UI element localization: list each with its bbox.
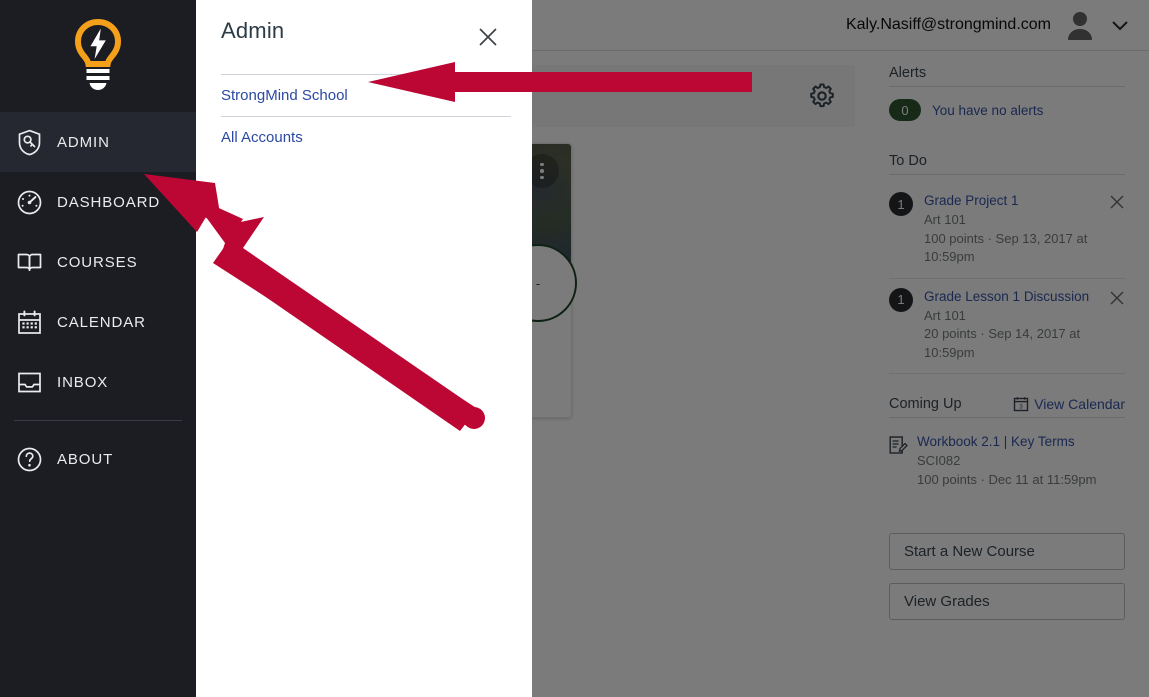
sidebar-item-courses[interactable]: COURSES — [0, 232, 196, 292]
admin-account-strongmind-school[interactable]: StrongMind School — [221, 74, 511, 116]
admin-account-all-accounts[interactable]: All Accounts — [221, 116, 511, 158]
admin-tray-title: Admin — [221, 18, 285, 43]
admin-tray: Admin StrongMind School All Accounts — [196, 0, 532, 697]
shield-key-icon — [16, 129, 43, 156]
app-logo[interactable] — [0, 0, 196, 112]
sidebar-item-label: COURSES — [57, 253, 138, 271]
sidebar-divider — [14, 420, 182, 421]
sidebar-item-label: DASHBOARD — [57, 193, 161, 211]
admin-account-list: StrongMind School All Accounts — [221, 74, 511, 158]
sidebar-item-label: ABOUT — [57, 450, 114, 468]
global-navigation: ADMIN DASHBOARD COURSES CALENDAR INBOX A… — [0, 0, 222, 697]
sidebar-item-inbox[interactable]: INBOX — [0, 352, 196, 412]
sidebar-item-label: CALENDAR — [57, 313, 146, 331]
sidebar-item-calendar[interactable]: CALENDAR — [0, 292, 196, 352]
calendar-icon — [16, 309, 43, 336]
sidebar-item-label: INBOX — [57, 373, 109, 391]
close-icon[interactable] — [477, 18, 511, 48]
sidebar-item-about[interactable]: ABOUT — [0, 429, 196, 489]
sidebar-item-label: ADMIN — [57, 133, 110, 151]
screen: Kaly.Nasiff@strongmind.com — [0, 0, 1149, 697]
lightbulb-bolt-logo — [74, 18, 122, 90]
open-book-icon — [16, 249, 43, 276]
admin-tray-header: Admin — [221, 18, 511, 48]
sidebar-item-admin[interactable]: ADMIN — [0, 112, 196, 172]
speedometer-icon — [16, 189, 43, 216]
question-circle-icon — [16, 446, 43, 473]
inbox-tray-icon — [16, 369, 43, 396]
sidebar-item-dashboard[interactable]: DASHBOARD — [0, 172, 196, 232]
